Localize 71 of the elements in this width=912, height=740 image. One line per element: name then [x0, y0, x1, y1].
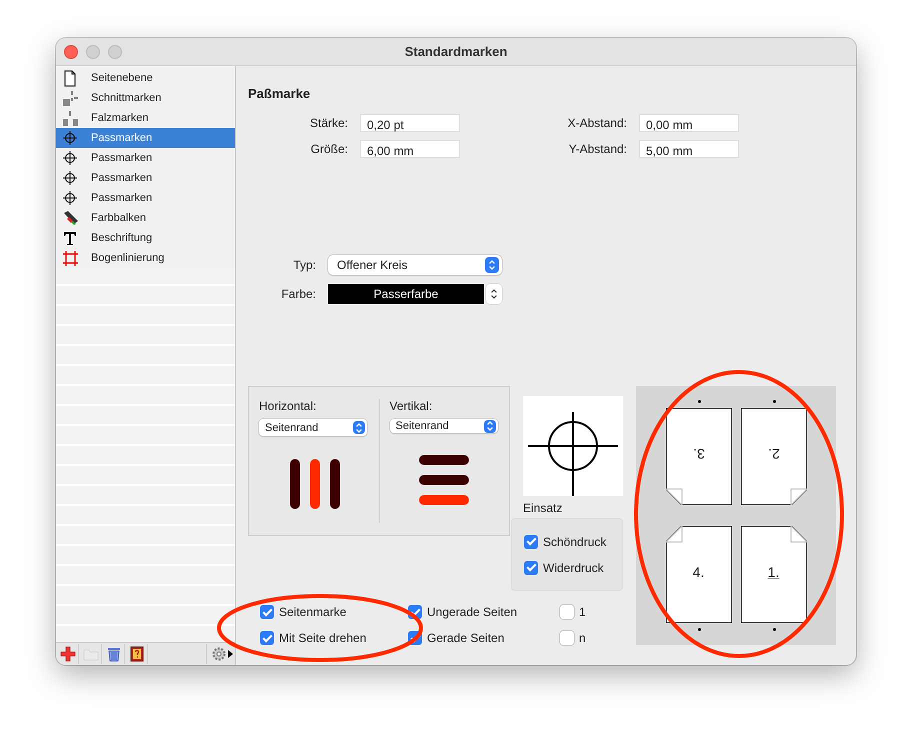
input-field[interactable]: 0,00 mm — [639, 114, 739, 132]
checkbox-label: Gerade Seiten — [427, 631, 504, 645]
color-dropdown[interactable]: Passerfarbe — [328, 284, 484, 304]
checkbox[interactable] — [260, 631, 274, 645]
group-label: Einsatz — [523, 501, 564, 515]
plus-icon — [60, 646, 76, 662]
input-field[interactable]: 6,00 mm — [360, 140, 460, 158]
register-dot — [698, 400, 700, 403]
register-dot — [772, 628, 776, 631]
close-button[interactable] — [64, 44, 78, 58]
checkbox-label: Widerdruck — [543, 560, 604, 574]
input-field[interactable]: 0,20 pt — [360, 114, 460, 132]
field-label: Farbe: — [280, 287, 316, 301]
sidebar-item[interactable]: Farbbalken — [56, 208, 235, 228]
grid-icon — [62, 250, 79, 266]
sidebar-item[interactable]: Schnittmarken — [56, 88, 235, 108]
page-number: 2. — [766, 446, 780, 462]
settings-menu-button[interactable] — [206, 644, 235, 664]
crosshair-icon — [62, 130, 79, 146]
sidebar-item[interactable]: Passmarken — [56, 128, 235, 148]
field-label: Stärke: — [308, 116, 348, 130]
type-dropdown[interactable]: Offener Kreis — [328, 255, 502, 275]
sidebar-item[interactable]: Bogenlinierung — [56, 248, 235, 268]
checkbox-label: 1 — [579, 605, 586, 619]
crop-mark-icon — [62, 90, 79, 106]
help-book-icon — [129, 646, 145, 662]
page-number: 3. — [692, 446, 706, 462]
stepper-icon[interactable] — [486, 284, 502, 304]
sidebar-item[interactable]: Seitenebene — [56, 68, 235, 88]
input-field[interactable]: 5,00 mm — [639, 140, 739, 158]
checkbox[interactable] — [524, 560, 538, 574]
checkbox[interactable] — [260, 605, 274, 619]
page-number: 1. — [766, 564, 780, 580]
checkbox-label: Ungerade Seiten — [427, 605, 518, 619]
field-label: X-Abstand: — [566, 116, 627, 130]
alignment-dropdown[interactable]: Seitenrand — [390, 419, 498, 433]
checkbox[interactable] — [524, 534, 538, 548]
sidebar-item[interactable]: Falzmarken — [56, 108, 235, 128]
field-label: Y-Abstand: — [568, 142, 627, 156]
sidebar-item[interactable]: Passmarken — [56, 168, 235, 188]
marker-icon — [62, 210, 79, 226]
stepper-icon — [353, 421, 365, 434]
fold-mark-icon — [62, 110, 79, 126]
section-title: Paßmarke — [248, 86, 312, 101]
caret-icon — [228, 650, 233, 658]
crosshair-icon — [62, 170, 79, 186]
window-title: Standardmarken — [404, 44, 508, 59]
stepper-icon — [485, 257, 499, 273]
letter-t-icon — [62, 230, 79, 246]
settings-icon — [211, 646, 227, 662]
field-label: Größe: — [310, 142, 348, 156]
page-number: 4. — [692, 564, 706, 580]
field-label: Typ: — [292, 258, 316, 272]
checkbox[interactable] — [560, 605, 574, 619]
register-dot — [772, 400, 776, 403]
register-dot — [698, 628, 700, 631]
crosshair-icon — [62, 150, 79, 166]
group-label: Vertikal: — [390, 399, 434, 413]
crosshair-icon — [62, 190, 79, 206]
alignment-dropdown[interactable]: Seitenrand — [259, 419, 367, 436]
checkbox-label: Schöndruck — [543, 534, 606, 548]
stepper-icon — [484, 420, 496, 432]
group-label: Horizontal: — [259, 399, 318, 413]
checkbox-label: Seitenmarke — [279, 605, 346, 619]
trash-icon — [106, 646, 122, 662]
checkbox[interactable] — [560, 631, 574, 645]
sidebar-item[interactable]: Passmarken — [56, 148, 235, 168]
checkbox-label: n — [579, 631, 586, 645]
sidebar-item[interactable]: Passmarken — [56, 188, 235, 208]
toolbar-button[interactable] — [58, 644, 79, 664]
checkbox-label: Mit Seite drehen — [279, 631, 366, 645]
